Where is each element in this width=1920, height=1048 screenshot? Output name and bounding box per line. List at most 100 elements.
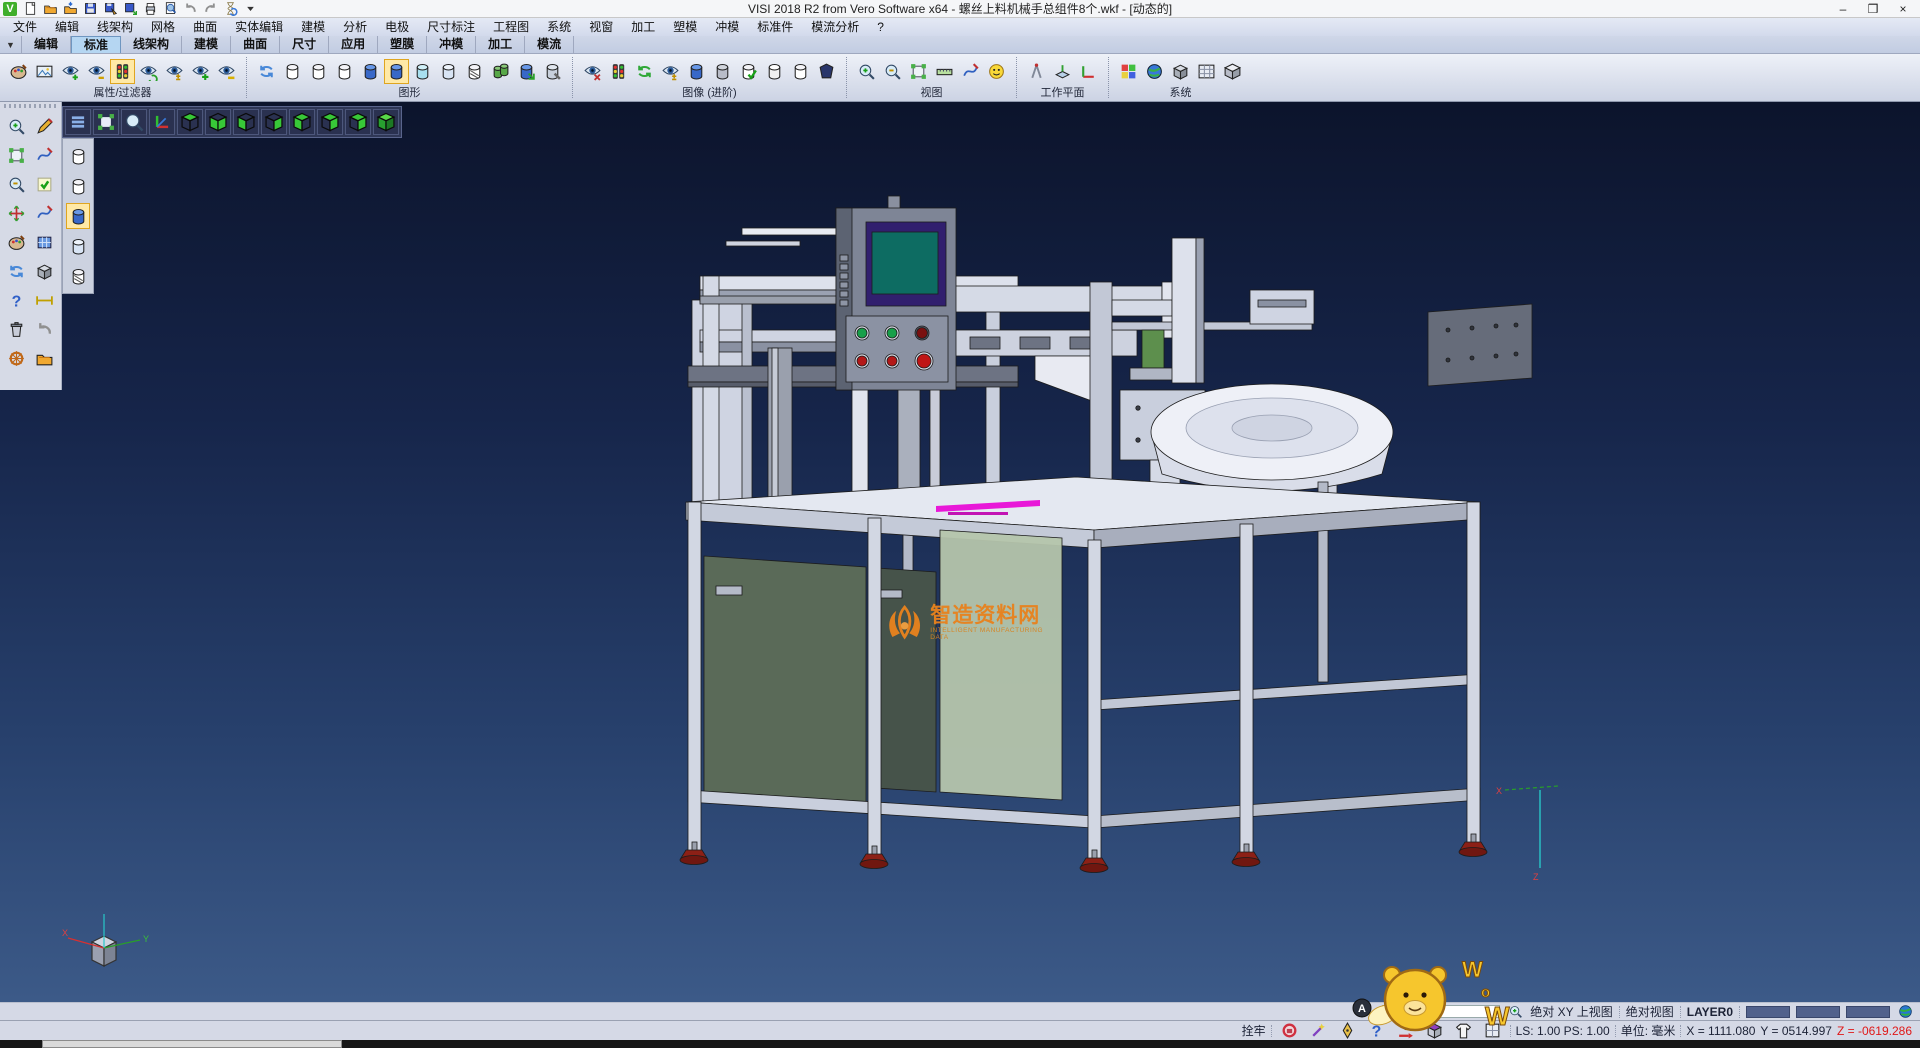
menu-item-machining[interactable]: 加工: [622, 18, 664, 36]
ribbon-tab-moldflow[interactable]: 模流: [525, 36, 574, 53]
regenerate-icon[interactable]: [254, 59, 279, 84]
view-right-icon[interactable]: [317, 109, 343, 135]
advanced-toggle-icon[interactable]: [658, 59, 683, 84]
edit-delete-icon[interactable]: [31, 112, 59, 141]
render-hatched-icon[interactable]: [66, 263, 90, 289]
menu-item-help[interactable]: ?: [868, 18, 893, 36]
ribbon-tab-die[interactable]: 冲模: [427, 36, 476, 53]
undo-gray-icon[interactable]: [31, 315, 59, 344]
hide-all-icon[interactable]: [214, 59, 239, 84]
toolbar-options-icon[interactable]: [241, 0, 259, 18]
delete-icon[interactable]: [3, 315, 31, 344]
menu-item-modeling[interactable]: 建模: [292, 18, 334, 36]
view-iso-icon[interactable]: [345, 109, 371, 135]
advanced-filter-icon[interactable]: [606, 59, 631, 84]
image-attributes-icon[interactable]: [32, 59, 57, 84]
shadow-icon[interactable]: [814, 59, 839, 84]
zoom-in-icon[interactable]: [854, 59, 879, 84]
maximize-button[interactable]: ❒: [1858, 0, 1888, 18]
menu-item-mesh[interactable]: 网格: [142, 18, 184, 36]
dynamic-shade-icon[interactable]: [514, 59, 539, 84]
system-globe-icon[interactable]: [1142, 59, 1167, 84]
view-mode-label[interactable]: 绝对视图: [1626, 1003, 1674, 1020]
view-axes-icon[interactable]: [149, 109, 175, 135]
shaded-edges-mode-icon[interactable]: [384, 59, 409, 84]
ribbon-tab-machining[interactable]: 加工: [476, 36, 525, 53]
open-file-icon[interactable]: [41, 0, 59, 18]
close-button[interactable]: ×: [1888, 0, 1918, 18]
minimize-button[interactable]: –: [1828, 0, 1858, 18]
attributes-stack-icon[interactable]: [3, 228, 31, 257]
sketch-curve-icon[interactable]: [31, 141, 59, 170]
print-preview-icon[interactable]: [161, 0, 179, 18]
toolbar-grip[interactable]: [4, 104, 57, 108]
zoom-extents-icon[interactable]: [3, 170, 31, 199]
view-top-icon[interactable]: [177, 109, 203, 135]
workplane-compass-icon[interactable]: [1024, 59, 1049, 84]
help-icon[interactable]: ?: [3, 286, 31, 315]
system-cube-icon[interactable]: [1168, 59, 1193, 84]
redo-icon[interactable]: [201, 0, 219, 18]
viewport[interactable]: X Y X Z 智造资料网 INTELLIGENT MANUFACTURING …: [0, 102, 1920, 1002]
grid-panel-icon[interactable]: [31, 228, 59, 257]
navigation-wheel-icon[interactable]: [3, 344, 31, 373]
render-settings-icon[interactable]: [540, 59, 565, 84]
wireframe-mode-icon[interactable]: [280, 59, 305, 84]
gray-solid-icon[interactable]: [710, 59, 735, 84]
ribbon-tab-surface[interactable]: 曲面: [231, 36, 280, 53]
save-icon[interactable]: [81, 0, 99, 18]
workplane-align-icon[interactable]: [1076, 59, 1101, 84]
open-project-icon[interactable]: [31, 344, 59, 373]
menu-item-window[interactable]: 视窗: [580, 18, 622, 36]
system-axo-icon[interactable]: [1220, 59, 1245, 84]
dynamic-rotate-icon[interactable]: [958, 59, 983, 84]
menu-item-mold[interactable]: 塑模: [664, 18, 706, 36]
attributes-palette-icon[interactable]: [6, 59, 31, 84]
view-bottom-icon[interactable]: [205, 109, 231, 135]
section-view-icon[interactable]: [580, 59, 605, 84]
pendant-button-darkred[interactable]: [917, 328, 928, 339]
ribbon-tab-mold[interactable]: 塑膜: [378, 36, 427, 53]
undo-icon[interactable]: [181, 0, 199, 18]
menu-item-analysis[interactable]: 分析: [334, 18, 376, 36]
render-hidden-line-icon[interactable]: [66, 173, 90, 199]
menu-item-file[interactable]: 文件: [4, 18, 46, 36]
dashed-hidden-mode-icon[interactable]: [332, 59, 357, 84]
multi-view-mode-icon[interactable]: [488, 59, 513, 84]
hidden-line-mode-icon[interactable]: [306, 59, 331, 84]
menu-item-system[interactable]: 系统: [538, 18, 580, 36]
snap-lock-label[interactable]: 拴牢: [1242, 1022, 1266, 1039]
print-icon[interactable]: [141, 0, 159, 18]
menu-item-wireframe[interactable]: 线架构: [88, 18, 142, 36]
save-as-icon[interactable]: [101, 0, 119, 18]
system-table-icon[interactable]: [1194, 59, 1219, 84]
menu-item-solid-edit[interactable]: 实体编辑: [226, 18, 292, 36]
show-all-icon[interactable]: [188, 59, 213, 84]
move-entities-icon[interactable]: [3, 199, 31, 228]
measure-icon[interactable]: [932, 59, 957, 84]
menu-item-dimension[interactable]: 尺寸标注: [418, 18, 484, 36]
pendant-button-red-2[interactable]: [887, 356, 897, 366]
ribbon-tab-application[interactable]: 应用: [329, 36, 378, 53]
pendant-button-green-2[interactable]: [887, 328, 897, 338]
toggle-visibility-icon[interactable]: [162, 59, 187, 84]
shaded-mode-icon[interactable]: [358, 59, 383, 84]
advanced-refresh-icon[interactable]: [632, 59, 657, 84]
pendant-button-red-1[interactable]: [857, 356, 867, 366]
ribbon-tab-modeling[interactable]: 建模: [182, 36, 231, 53]
fit-view-icon[interactable]: [93, 109, 119, 135]
ribbon-tab-edit[interactable]: 编辑: [22, 36, 71, 53]
validate-icon[interactable]: [31, 170, 59, 199]
view-left-icon[interactable]: [289, 109, 315, 135]
measure-distance-icon[interactable]: [31, 286, 59, 315]
view-face-icon[interactable]: [984, 59, 1009, 84]
history-icon[interactable]: [221, 0, 239, 18]
tab-dropdown-button[interactable]: ▼: [0, 36, 22, 53]
control-pendant[interactable]: [836, 196, 956, 390]
view-front-icon[interactable]: [233, 109, 259, 135]
view-orientation-label[interactable]: 绝对 XY 上视图: [1530, 1003, 1612, 1020]
refresh-visibility-icon[interactable]: [136, 59, 161, 84]
new-file-icon[interactable]: [21, 0, 39, 18]
wire-solid-icon[interactable]: [788, 59, 813, 84]
units-label[interactable]: 单位: 毫米: [1621, 1022, 1676, 1039]
